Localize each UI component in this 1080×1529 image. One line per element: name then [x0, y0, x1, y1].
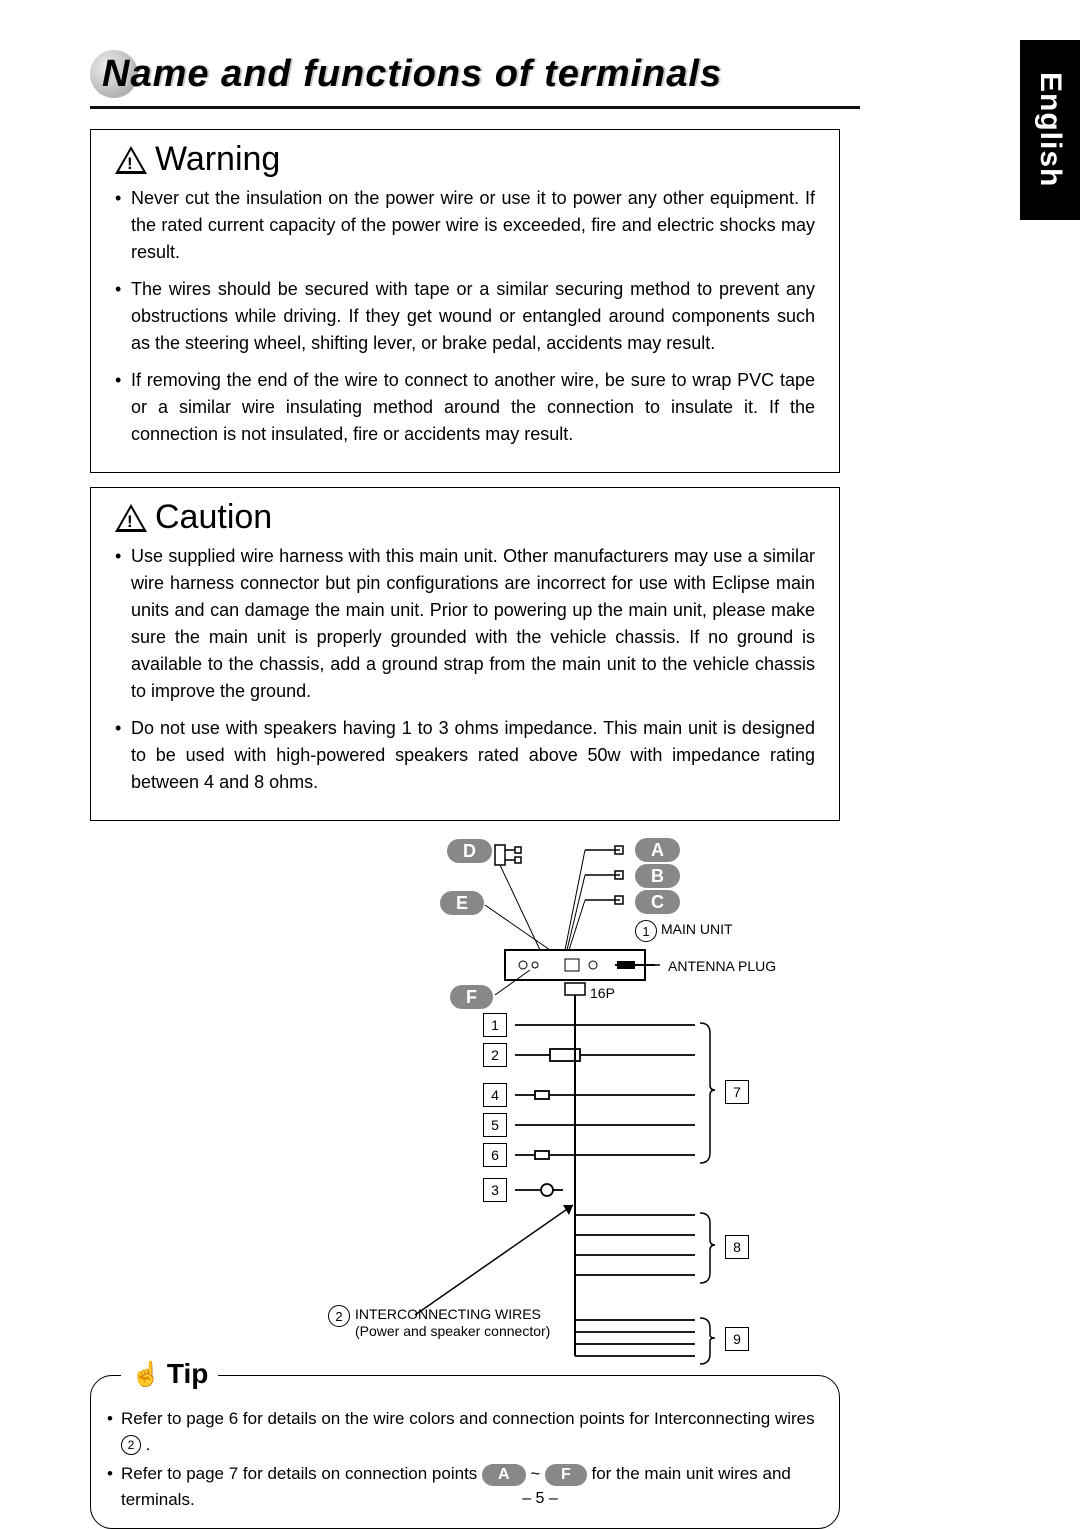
warning-item: Never cut the insulation on the power wi…	[115, 185, 815, 266]
caution-title: Caution	[155, 498, 272, 537]
warning-item: The wires should be secured with tape or…	[115, 276, 815, 357]
warning-title: Warning	[155, 140, 280, 179]
tip2-pill-a: A	[482, 1464, 526, 1486]
terminal-diagram: A B C D E F 1 MAIN UNIT ANTENNA PLUG 16P…	[155, 835, 905, 1365]
diagram-main-unit-label: MAIN UNIT	[661, 921, 733, 937]
diagram-label-d: D	[447, 839, 492, 863]
title-rule	[90, 106, 860, 109]
caution-heading: ! Caution	[115, 498, 819, 537]
section-title-wrap: Name and functions of terminals	[90, 50, 840, 98]
warning-item: If removing the end of the wire to conne…	[115, 367, 815, 448]
hand-pointer-icon: ☝	[131, 1360, 161, 1389]
tip-title: Tip	[167, 1358, 208, 1390]
diagram-interconnecting-label: INTERCONNECTING WIRES	[355, 1306, 541, 1322]
caution-item: Use supplied wire harness with this main…	[115, 543, 815, 705]
tip2-pre: Refer to page 7 for details on connectio…	[121, 1464, 482, 1483]
diagram-label-b: B	[635, 864, 680, 888]
diagram-numbox-4: 4	[483, 1083, 507, 1107]
warning-box: ! Warning Never cut the insulation on th…	[90, 129, 840, 473]
tip-label: ☝ Tip	[121, 1358, 218, 1390]
diagram-numbox-3: 3	[483, 1178, 507, 1202]
page-number: – 5 –	[0, 1490, 1080, 1508]
warning-heading: ! Warning	[115, 140, 819, 179]
caution-item: Do not use with speakers having 1 to 3 o…	[115, 715, 815, 796]
tip1-post: .	[146, 1435, 151, 1454]
diagram-label-c: C	[635, 890, 680, 914]
diagram-numbox-9: 9	[725, 1327, 749, 1351]
diagram-svg	[155, 835, 905, 1365]
diagram-interconnecting-sub: (Power and speaker connector)	[355, 1323, 550, 1339]
tip2-mid: ~	[530, 1464, 545, 1483]
diagram-antenna-label: ANTENNA PLUG	[668, 958, 776, 974]
tip2-pill-f: F	[545, 1464, 587, 1486]
diagram-label-a: A	[635, 838, 680, 862]
diagram-numbox-2: 2	[483, 1043, 507, 1067]
diagram-16p-label: 16P	[590, 985, 615, 1001]
tip1-circle: 2	[121, 1435, 141, 1455]
warning-icon: !	[115, 146, 147, 174]
diagram-label-f: F	[450, 985, 493, 1009]
tip-line-1: Refer to page 6 for details on the wire …	[107, 1406, 823, 1457]
diagram-numbox-8: 8	[725, 1235, 749, 1259]
caution-list: Use supplied wire harness with this main…	[111, 543, 819, 796]
diagram-callout-1: 1	[635, 920, 657, 942]
section-title: Name and functions of terminals	[102, 53, 722, 96]
language-tab: English	[1020, 40, 1080, 220]
caution-icon: !	[115, 504, 147, 532]
diagram-label-e: E	[440, 891, 484, 915]
tip1-pre: Refer to page 6 for details on the wire …	[121, 1409, 815, 1428]
page-content: Name and functions of terminals ! Warnin…	[90, 50, 970, 1529]
diagram-numbox-1: 1	[483, 1013, 507, 1037]
diagram-numbox-7: 7	[725, 1080, 749, 1104]
diagram-numbox-6: 6	[483, 1143, 507, 1167]
diagram-numbox-5: 5	[483, 1113, 507, 1137]
caution-box: ! Caution Use supplied wire harness with…	[90, 487, 840, 821]
diagram-callout-2: 2	[328, 1305, 350, 1327]
warning-list: Never cut the insulation on the power wi…	[111, 185, 819, 448]
